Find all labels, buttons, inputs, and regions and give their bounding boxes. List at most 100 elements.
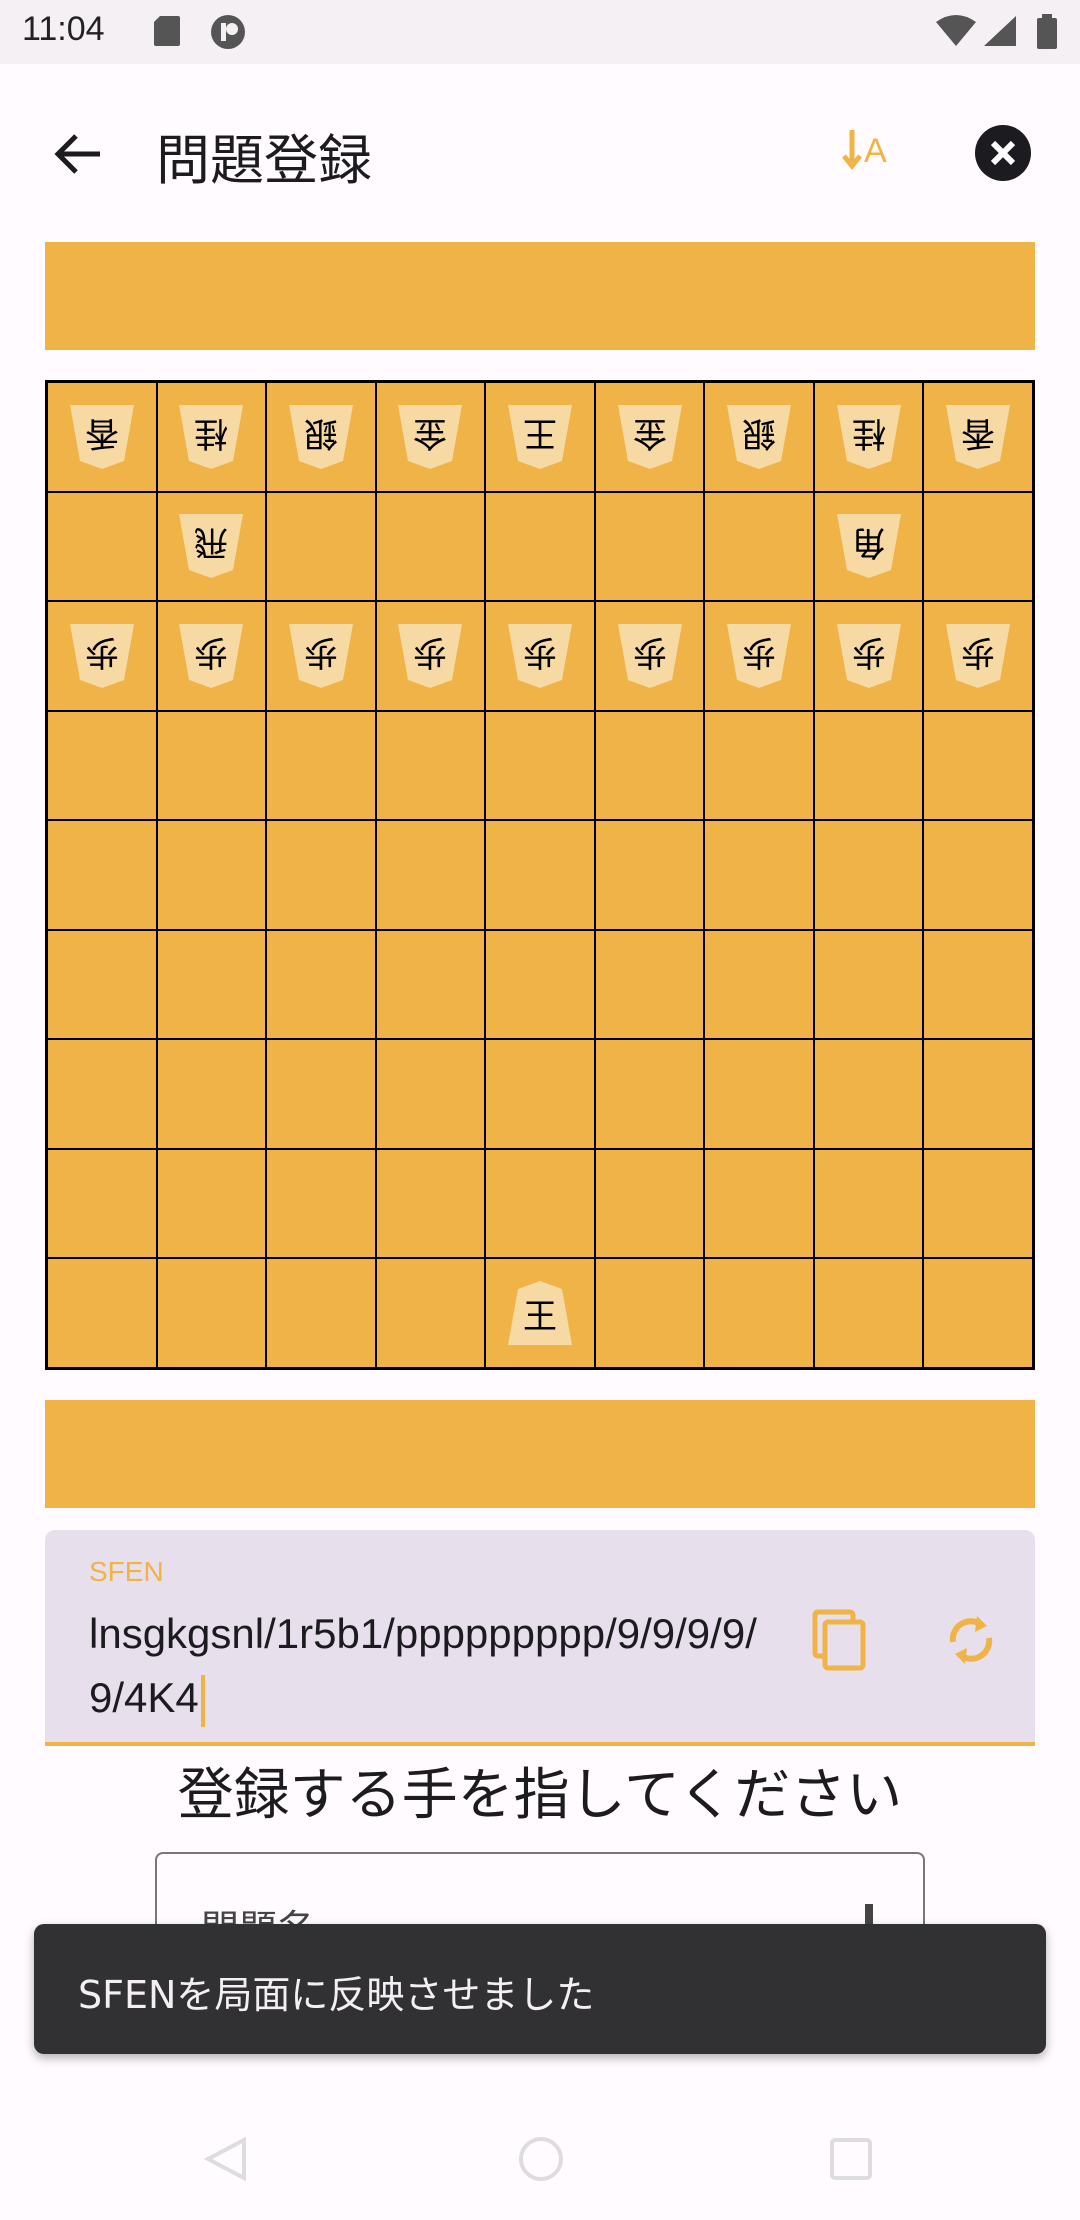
sfen-field[interactable]: SFEN lnsgkgsnl/1r5b1/ppppppppp/9/9/9/9/9…	[45, 1530, 1035, 1746]
gote-piece[interactable]: 香	[942, 403, 1014, 471]
sente-piece[interactable]: 王	[504, 1279, 576, 1347]
gote-piece[interactable]: 歩	[394, 622, 466, 690]
board-square[interactable]	[375, 491, 486, 602]
board-square[interactable]	[923, 710, 1033, 821]
board-square[interactable]	[375, 710, 486, 821]
board-square[interactable]: 歩	[266, 601, 376, 711]
board-square[interactable]	[704, 710, 814, 821]
board-square[interactable]: 角	[813, 491, 924, 602]
board-square[interactable]	[375, 1148, 486, 1259]
sfen-input[interactable]: lnsgkgsnl/1r5b1/ppppppppp/9/9/9/9/9/4K4	[89, 1602, 769, 1730]
arrow-back-icon[interactable]	[50, 126, 106, 182]
sync-icon[interactable]	[939, 1608, 1003, 1672]
gote-piece[interactable]: 角	[833, 512, 905, 580]
board-square[interactable]	[485, 929, 595, 1040]
gote-piece[interactable]: 歩	[723, 622, 795, 690]
board-square[interactable]	[594, 1039, 705, 1149]
board-square[interactable]	[704, 491, 814, 602]
gote-piece[interactable]: 歩	[504, 622, 576, 690]
gote-piece[interactable]: 歩	[833, 622, 905, 690]
board-square[interactable]	[266, 710, 376, 821]
board-square[interactable]	[266, 929, 376, 1040]
shogi-board[interactable]: 香桂銀金王金銀桂香飛角歩歩歩歩歩歩歩歩歩王	[45, 380, 1035, 1370]
gote-piece[interactable]: 香	[66, 403, 138, 471]
board-square[interactable]	[47, 491, 157, 602]
board-square[interactable]	[704, 929, 814, 1040]
board-square[interactable]	[594, 1258, 705, 1368]
board-square[interactable]: 歩	[813, 601, 924, 711]
board-square[interactable]	[156, 1039, 267, 1149]
board-square[interactable]	[704, 1148, 814, 1259]
board-square[interactable]	[594, 1148, 705, 1259]
nav-home-icon[interactable]	[516, 2134, 566, 2188]
board-square[interactable]	[156, 710, 267, 821]
board-square[interactable]: 桂	[156, 382, 267, 492]
gote-piece[interactable]: 桂	[175, 403, 247, 471]
board-square[interactable]	[594, 929, 705, 1040]
board-square[interactable]: 王	[485, 1258, 595, 1368]
board-square[interactable]	[813, 820, 924, 930]
board-square[interactable]	[813, 1258, 924, 1368]
board-square[interactable]	[923, 1039, 1033, 1149]
board-square[interactable]	[923, 1148, 1033, 1259]
board-square[interactable]	[923, 1258, 1033, 1368]
board-square[interactable]	[47, 1258, 157, 1368]
board-square[interactable]	[923, 491, 1033, 602]
sort-icon[interactable]: A	[840, 124, 900, 184]
gote-piece[interactable]: 歩	[175, 622, 247, 690]
board-square[interactable]	[485, 820, 595, 930]
gote-piece[interactable]: 桂	[833, 403, 905, 471]
board-square[interactable]	[266, 491, 376, 602]
board-square[interactable]: 歩	[485, 601, 595, 711]
board-square[interactable]	[485, 1039, 595, 1149]
nav-back-icon[interactable]	[200, 2134, 250, 2188]
board-square[interactable]	[923, 820, 1033, 930]
board-square[interactable]	[47, 1039, 157, 1149]
board-square[interactable]: 銀	[704, 382, 814, 492]
gote-piece[interactable]: 王	[504, 403, 576, 471]
board-square[interactable]	[485, 1148, 595, 1259]
gote-piece[interactable]: 銀	[285, 403, 357, 471]
board-square[interactable]	[704, 1258, 814, 1368]
board-square[interactable]	[594, 710, 705, 821]
board-square[interactable]: 歩	[594, 601, 705, 711]
board-square[interactable]: 飛	[156, 491, 267, 602]
board-square[interactable]	[47, 1148, 157, 1259]
board-square[interactable]	[266, 820, 376, 930]
board-square[interactable]	[813, 710, 924, 821]
board-square[interactable]	[47, 710, 157, 821]
gote-piece[interactable]: 銀	[723, 403, 795, 471]
board-square[interactable]	[375, 929, 486, 1040]
board-square[interactable]	[266, 1258, 376, 1368]
close-circle-icon[interactable]	[974, 124, 1032, 182]
gote-piece[interactable]: 歩	[285, 622, 357, 690]
board-square[interactable]: 香	[47, 382, 157, 492]
board-square[interactable]	[704, 1039, 814, 1149]
board-square[interactable]	[594, 820, 705, 930]
board-square[interactable]	[813, 1039, 924, 1149]
nav-recents-icon[interactable]	[826, 2134, 876, 2188]
board-square[interactable]	[485, 710, 595, 821]
board-square[interactable]	[266, 1039, 376, 1149]
gote-piece[interactable]: 金	[394, 403, 466, 471]
gote-piece[interactable]: 歩	[66, 622, 138, 690]
board-square[interactable]	[266, 1148, 376, 1259]
board-square[interactable]	[375, 1258, 486, 1368]
board-square[interactable]: 金	[594, 382, 705, 492]
board-square[interactable]: 歩	[704, 601, 814, 711]
board-square[interactable]: 歩	[156, 601, 267, 711]
gote-hand-area[interactable]	[45, 242, 1035, 350]
board-square[interactable]	[47, 929, 157, 1040]
board-square[interactable]: 王	[485, 382, 595, 492]
board-square[interactable]	[813, 1148, 924, 1259]
board-square[interactable]	[485, 491, 595, 602]
gote-piece[interactable]: 歩	[614, 622, 686, 690]
gote-piece[interactable]: 歩	[942, 622, 1014, 690]
board-square[interactable]	[923, 929, 1033, 1040]
board-square[interactable]	[704, 820, 814, 930]
board-square[interactable]	[375, 1039, 486, 1149]
board-square[interactable]	[813, 929, 924, 1040]
board-square[interactable]: 桂	[813, 382, 924, 492]
board-square[interactable]: 歩	[47, 601, 157, 711]
copy-icon[interactable]	[807, 1608, 871, 1672]
